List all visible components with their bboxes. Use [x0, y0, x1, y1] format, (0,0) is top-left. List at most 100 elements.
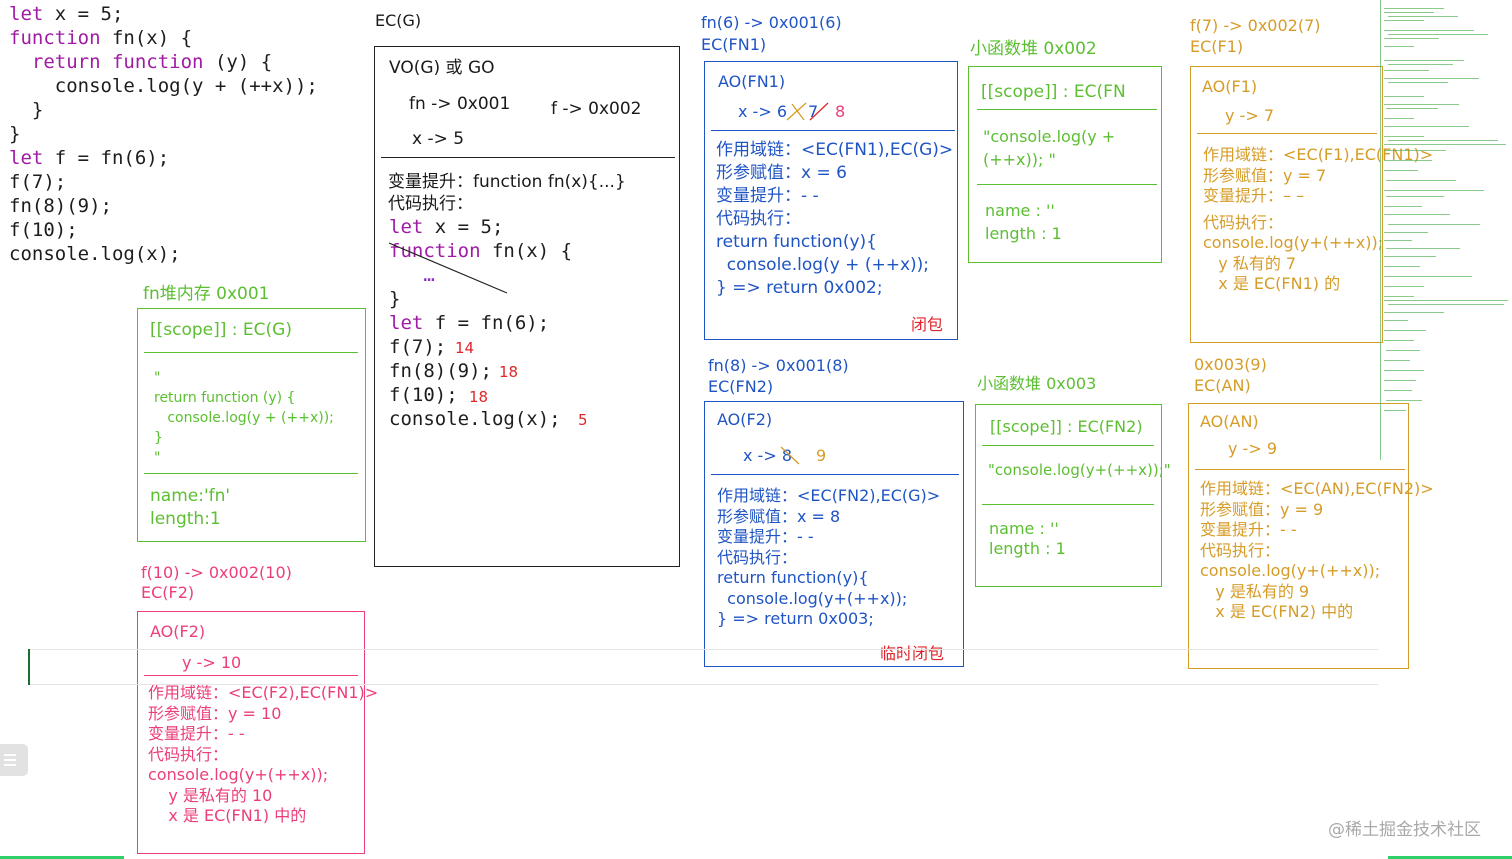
f7-box: AO(F1) y -> 7 作用域链：<EC(F1),EC(FN1)> 形参赋值… — [1190, 66, 1433, 343]
code-token: fn(x) { — [100, 27, 193, 49]
an-line: 作用域链：<EC(AN),EC(FN2)> — [1200, 479, 1434, 498]
minimap-line — [1384, 300, 1508, 301]
ecg-x: x -> 5 — [412, 129, 465, 149]
ecg-code-line: fn(8)(9); — [389, 359, 572, 383]
ecg-code-token: let — [389, 216, 424, 238]
f10-line: 代码执行： — [148, 744, 229, 764]
menu-icon — [4, 754, 16, 756]
minimap-line — [1386, 248, 1460, 249]
an-box: AO(AN) y -> 9 作用域链：<EC(AN),EC(FN2)> 形参赋值… — [1188, 403, 1434, 669]
minimap-line — [1384, 312, 1444, 313]
ecg-strike-line — [388, 242, 508, 294]
code-token: ; — [111, 3, 124, 25]
minimap-line — [1388, 16, 1458, 17]
code-token: return — [31, 51, 101, 73]
minimap-line — [1384, 38, 1439, 39]
code-token: function — [9, 27, 101, 49]
an-y: y -> 9 — [1228, 439, 1277, 458]
an-lines: 作用域链：<EC(AN),EC(FN2)> 形参赋值：y = 9 变量提升：- … — [1200, 479, 1434, 623]
fn8-line: } => return 0x003; — [717, 609, 874, 628]
ecg-result-f7: 14 — [455, 339, 475, 357]
minimap-line — [1388, 304, 1504, 305]
minimap-line — [1384, 78, 1479, 79]
minimap-line — [1384, 190, 1484, 191]
ecg-code-line: console.log(x); — [389, 407, 572, 431]
an-line: console.log(y+(++x)); — [1200, 561, 1381, 580]
ecg-code-token: fn(8)(9); — [389, 360, 492, 382]
ecg-fn-addr: fn -> 0x001 — [409, 94, 511, 114]
ecg-f-addr: f -> 0x002 — [551, 99, 642, 119]
f10-line: console.log(y+(++x)); — [148, 765, 329, 784]
code-token: console.log(y + (++x)); — [9, 75, 318, 97]
code-token: (y) { — [203, 51, 273, 73]
fn6-line: } => return 0x002; — [716, 278, 883, 298]
an-ao: AO(AN) — [1200, 412, 1259, 431]
minimap-line — [1384, 136, 1424, 137]
fn-heap-body-line: " — [154, 450, 161, 466]
minimap-line — [1386, 196, 1444, 197]
fn8-lines: 作用域链：<EC(FN2),EC(G)> 形参赋值：x = 8 变量提升：- -… — [717, 486, 940, 630]
fn-heap-body: " return function (y) { console.log(y + … — [154, 368, 334, 468]
fn8-line: 代码执行： — [717, 547, 798, 567]
fn6-x: x -> 6 — [738, 102, 787, 121]
minimap-line — [1384, 144, 1506, 145]
heap3-body: "console.log(y+(++x));" — [988, 461, 1171, 479]
minimap-line — [1386, 180, 1456, 181]
minimap-line — [1388, 224, 1480, 225]
fn6-box: AO(FN1) x -> 6 7 8 作用域链：<EC(FN1),EC(G)> … — [704, 61, 958, 340]
heap2-scope: [[scope]] : EC(FN — [981, 82, 1126, 102]
minimap-line — [1384, 214, 1450, 215]
minimap-line — [1384, 104, 1459, 105]
minimap-line — [1384, 266, 1420, 267]
fn8-line: return function(y){ — [717, 568, 869, 587]
ecg-vo: VO(G) 或 GO — [389, 58, 495, 78]
fn-heap-length: length:1 — [150, 509, 221, 529]
fn-heap-body-line: } — [154, 430, 163, 446]
f10-ao: AO(F2) — [150, 622, 206, 641]
minimap-line — [1384, 12, 1434, 13]
ecg-result-log: 5 — [578, 411, 588, 429]
fn-heap-body-line: console.log(y + (++x)); — [154, 410, 334, 426]
code-token: let — [9, 147, 44, 169]
an-line: 变量提升：- - — [1200, 520, 1297, 539]
fn6-x-new: 8 — [835, 102, 846, 121]
minimap-line — [1388, 82, 1448, 83]
source-code: let x = 5; function fn(x) { return functi… — [9, 2, 318, 266]
ecg-code-line: let f = fn(6); — [389, 311, 572, 335]
minimap-line — [1384, 360, 1410, 361]
minimap-line — [1384, 232, 1428, 233]
f10-lines: 作用域链：<EC(F2),EC(FN1)> 形参赋值：y = 10 变量提升：-… — [148, 683, 378, 827]
heap3-length: length : 1 — [989, 539, 1066, 558]
fn-heap-box: [[scope]] : EC(G) " return function (y) … — [137, 308, 366, 542]
minimap-line — [1384, 170, 1418, 171]
f7-ao: AO(F1) — [1202, 77, 1258, 96]
an-ec: EC(AN) — [1194, 376, 1251, 395]
fn8-ao: AO(F2) — [717, 410, 773, 429]
ecg-code-token: x = 5; — [423, 216, 504, 238]
minimap[interactable] — [1380, 0, 1512, 460]
code-token: 5 — [100, 3, 112, 25]
fn6-line: 代码执行： — [716, 209, 801, 229]
f10-line: y 是私有的 10 — [148, 785, 273, 805]
minimap-line — [1388, 34, 1488, 35]
f7-ec: EC(F1) — [1190, 37, 1244, 56]
fn8-line: 变量提升：- - — [717, 527, 814, 546]
minimap-line — [1384, 296, 1414, 297]
code-token: x = — [43, 3, 101, 25]
sidebar-toggle-button[interactable] — [0, 744, 28, 776]
an-title: 0x003(9) — [1194, 355, 1267, 374]
code-line: function fn(x) { — [9, 26, 318, 50]
code-token: let — [9, 3, 44, 25]
fn6-ao: AO(FN1) — [718, 72, 786, 91]
minimap-line — [1386, 350, 1420, 351]
code-line: let x = 5; — [9, 2, 318, 26]
ecg-hoist: 变量提升：function fn(x){...} — [388, 172, 626, 192]
f7-y: y -> 7 — [1225, 106, 1274, 125]
heap2-body-2: (++x)); " — [983, 150, 1056, 169]
ecg-code-token: f(7); — [389, 336, 447, 358]
minimap-line — [1384, 390, 1412, 391]
f10-line: 形参赋值：y = 10 — [148, 703, 282, 723]
an-line: x 是 EC(FN2) 中的 — [1200, 602, 1354, 621]
f7-title: f(7) -> 0x002(7) — [1190, 16, 1321, 35]
